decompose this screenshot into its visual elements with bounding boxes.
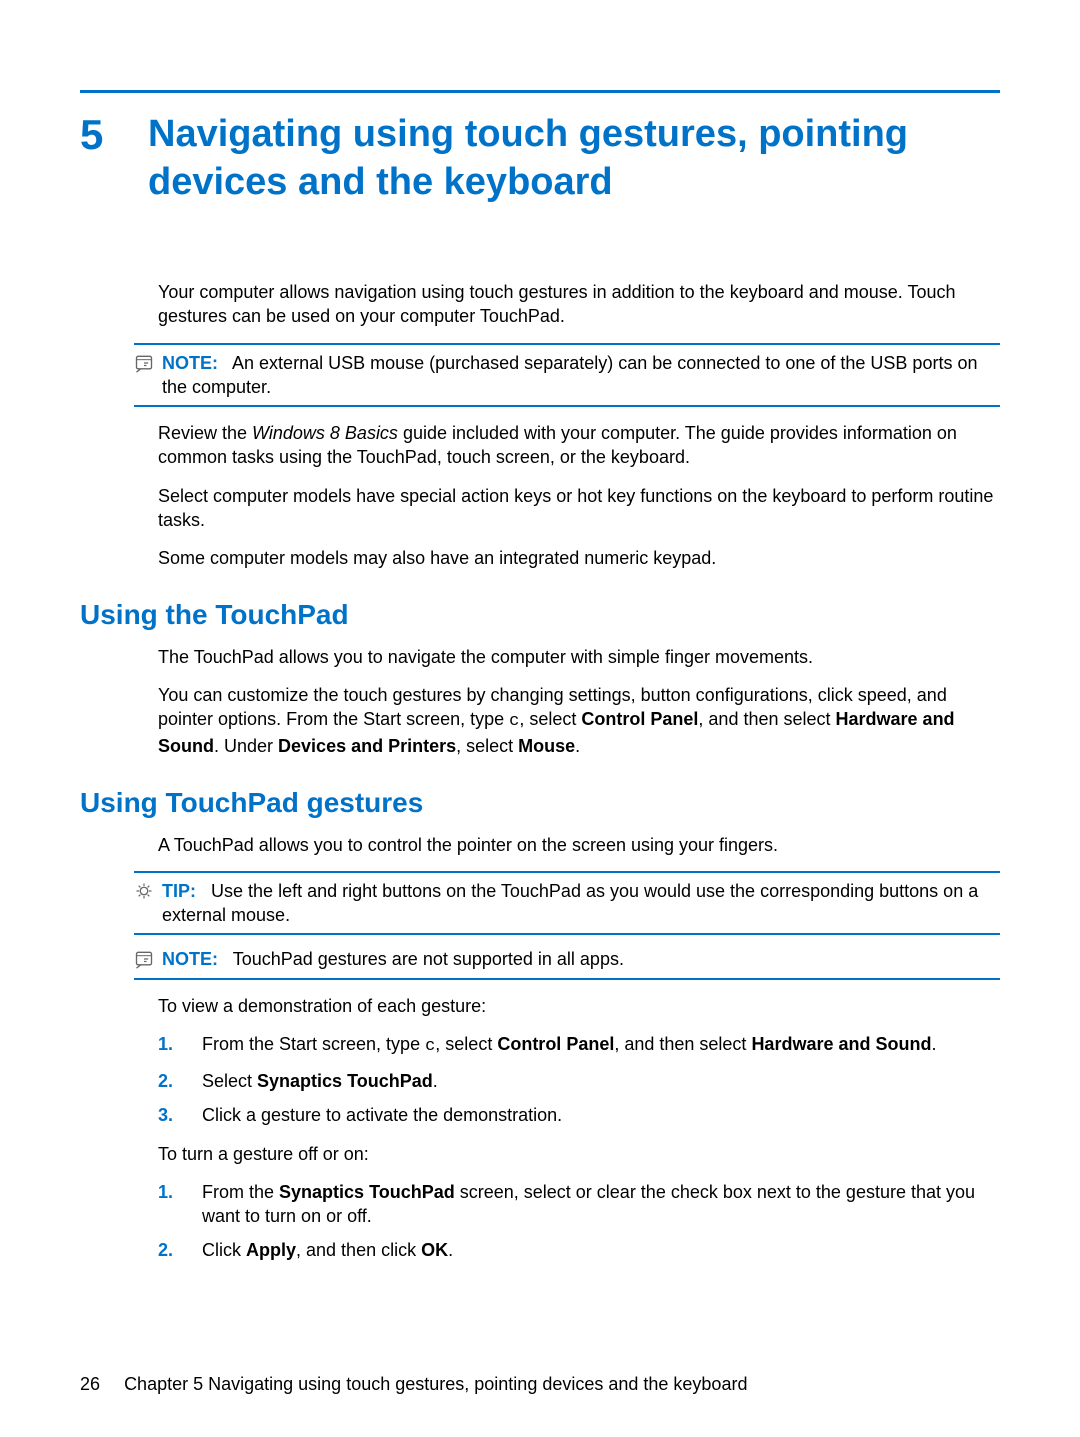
tip-callout: TIP: Use the left and right buttons on t…	[134, 871, 1000, 936]
ds1-mono: c	[425, 1037, 435, 1056]
ds1-bold2: Hardware and Sound	[751, 1034, 931, 1054]
footer-chapter-label: Chapter 5 Navigating using touch gesture…	[124, 1374, 747, 1394]
numeric-keypad-paragraph: Some computer models may also have an in…	[158, 546, 1000, 570]
chapter-number: 5	[80, 111, 120, 159]
demo-steps-list: From the Start screen, type c, select Co…	[158, 1032, 1000, 1128]
review-pre: Review the	[158, 423, 252, 443]
gestures-section: A TouchPad allows you to control the poi…	[158, 833, 1000, 1263]
ts1-bold: Synaptics TouchPad	[279, 1182, 455, 1202]
action-keys-paragraph: Select computer models have special acti…	[158, 484, 1000, 533]
note2-text: TouchPad gestures are not supported in a…	[233, 949, 624, 969]
gestures-para1: A TouchPad allows you to control the poi…	[158, 833, 1000, 857]
top-rule	[80, 90, 1000, 93]
ts2-c: .	[448, 1240, 453, 1260]
toggle-steps-list: From the Synaptics TouchPad screen, sele…	[158, 1180, 1000, 1263]
ds1-bold1: Control Panel	[497, 1034, 614, 1054]
tip-body: TIP: Use the left and right buttons on t…	[162, 879, 1000, 928]
note-body: NOTE: An external USB mouse (purchased s…	[162, 351, 1000, 400]
ds2-bold: Synaptics TouchPad	[257, 1071, 433, 1091]
ds1-d: .	[931, 1034, 936, 1054]
note-callout-2: NOTE: TouchPad gestures are not supporte…	[134, 941, 1000, 979]
tp2-bold3: Devices and Printers	[278, 736, 456, 756]
chapter-header: 5 Navigating using touch gestures, point…	[80, 111, 1000, 206]
note-icon	[134, 353, 156, 373]
tip-icon	[134, 881, 156, 901]
ts2-b: , and then click	[296, 1240, 421, 1260]
ds1-b: , select	[435, 1034, 497, 1054]
demo-step-3: Click a gesture to activate the demonstr…	[158, 1103, 1000, 1127]
toggle-step-1: From the Synaptics TouchPad screen, sele…	[158, 1180, 1000, 1229]
ts2-a: Click	[202, 1240, 246, 1260]
tip-text: Use the left and right buttons on the To…	[162, 881, 978, 925]
document-page: 5 Navigating using touch gestures, point…	[0, 0, 1080, 1437]
ds2-a: Select	[202, 1071, 257, 1091]
demo-step-1: From the Start screen, type c, select Co…	[158, 1032, 1000, 1059]
note-callout: NOTE: An external USB mouse (purchased s…	[134, 343, 1000, 408]
note2-label: NOTE:	[162, 949, 218, 969]
note-label: NOTE:	[162, 353, 218, 373]
tp2-d: . Under	[214, 736, 278, 756]
demo-step-2: Select Synaptics TouchPad.	[158, 1069, 1000, 1093]
tip-label: TIP:	[162, 881, 196, 901]
section-heading-touchpad: Using the TouchPad	[80, 599, 1000, 631]
tp2-f: .	[575, 736, 580, 756]
touchpad-para1: The TouchPad allows you to navigate the …	[158, 645, 1000, 669]
page-footer: 26 Chapter 5 Navigating using touch gest…	[80, 1374, 1000, 1395]
toggle-intro: To turn a gesture off or on:	[158, 1142, 1000, 1166]
note2-body: NOTE: TouchPad gestures are not supporte…	[162, 947, 624, 971]
ts2-bold1: Apply	[246, 1240, 296, 1260]
ds1-c: , and then select	[614, 1034, 751, 1054]
page-number: 26	[80, 1374, 100, 1394]
note-icon	[134, 949, 156, 969]
touchpad-para2: You can customize the touch gestures by …	[158, 683, 1000, 759]
tp2-bold1: Control Panel	[581, 709, 698, 729]
tp2-bold4: Mouse	[518, 736, 575, 756]
note-text: An external USB mouse (purchased separat…	[162, 353, 977, 397]
chapter-title: Navigating using touch gestures, pointin…	[148, 111, 1000, 206]
toggle-step-2: Click Apply, and then click OK.	[158, 1238, 1000, 1262]
ds1-a: From the Start screen, type	[202, 1034, 425, 1054]
section-heading-gestures: Using TouchPad gestures	[80, 787, 1000, 819]
intro-paragraph: Your computer allows navigation using to…	[158, 280, 1000, 329]
ts1-a: From the	[202, 1182, 279, 1202]
review-italic: Windows 8 Basics	[252, 423, 398, 443]
demo-intro: To view a demonstration of each gesture:	[158, 994, 1000, 1018]
ts2-bold2: OK	[421, 1240, 448, 1260]
intro-section: Your computer allows navigation using to…	[158, 280, 1000, 571]
touchpad-section: The TouchPad allows you to navigate the …	[158, 645, 1000, 759]
tp2-mono: c	[509, 712, 519, 731]
ds2-b: .	[433, 1071, 438, 1091]
review-paragraph: Review the Windows 8 Basics guide includ…	[158, 421, 1000, 470]
tp2-c: , and then select	[698, 709, 835, 729]
tp2-e: , select	[456, 736, 518, 756]
tp2-b: , select	[519, 709, 581, 729]
